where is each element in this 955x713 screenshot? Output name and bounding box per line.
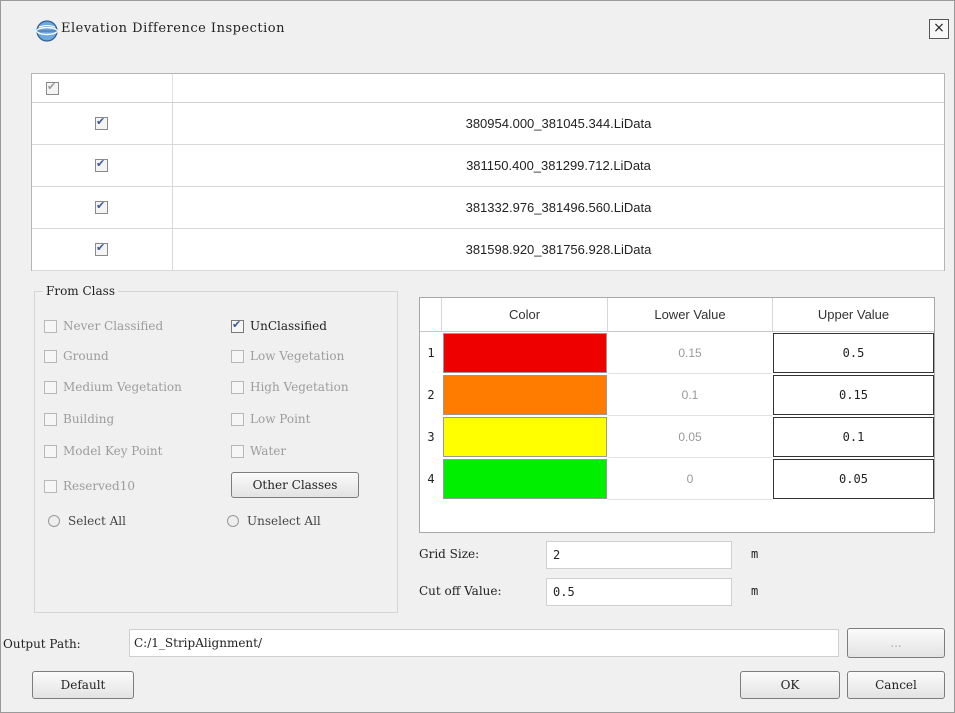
file-row[interactable]: 381150.400_381299.712.LiData [32,145,944,187]
file-checkbox[interactable] [95,199,108,214]
row-number: 2 [427,388,435,402]
color-range-table: Color Lower Value Upper Value 1 0.15 0.5… [419,297,935,533]
row-number: 4 [427,472,435,486]
lower-value-cell: 0.1 [608,374,772,416]
upper-value-column-header: Upper Value [773,298,934,332]
title-bar: Elevation Difference Inspection × [1,1,955,61]
color-swatch[interactable] [443,375,607,415]
file-row[interactable]: 381598.920_381756.928.LiData [32,229,944,271]
color-swatch[interactable] [443,459,607,499]
file-name: 380954.000_381045.344.LiData [465,116,652,131]
close-button[interactable]: × [929,19,949,39]
cut-off-unit: m [751,584,759,598]
output-path-label: Output Path: [3,637,81,651]
lower-value-cell: 0.05 [608,416,772,458]
globe-icon [35,19,59,43]
row-number: 1 [427,346,435,360]
row-number: 3 [427,430,435,444]
upper-value-input[interactable]: 0.15 [773,375,934,415]
file-checkbox[interactable] [95,115,108,130]
upper-value-input[interactable]: 0.5 [773,333,934,373]
select-all-files-checkbox[interactable] [46,80,59,95]
file-row[interactable]: 380954.000_381045.344.LiData [32,103,944,145]
grid-size-input[interactable]: 2 [546,541,732,569]
cut-off-input[interactable]: 0.5 [546,578,732,606]
default-button[interactable]: Default [32,671,134,699]
ok-button[interactable]: OK [740,671,840,699]
other-classes-button[interactable]: Other Classes [231,472,359,498]
upper-value-input[interactable]: 0.05 [773,459,934,499]
window-title: Elevation Difference Inspection [61,21,285,36]
cut-off-label: Cut off Value: [419,584,502,598]
from-class-title: From Class [43,284,118,298]
lower-value-cell: 0.15 [608,332,772,374]
lower-value-cell: 0 [608,458,772,500]
file-checkbox[interactable] [95,241,108,256]
browse-button[interactable]: ... [847,628,945,658]
file-list-header [32,74,944,103]
output-path-input[interactable]: C:/1_StripAlignment/ [129,629,839,657]
lower-value-column-header: Lower Value [608,298,773,332]
file-list-table: 380954.000_381045.344.LiData 381150.400_… [31,73,945,271]
file-checkbox[interactable] [95,157,108,172]
file-name: 381150.400_381299.712.LiData [466,158,651,173]
color-swatch[interactable] [443,333,607,373]
file-name: 381598.920_381756.928.LiData [465,242,652,257]
upper-value-input[interactable]: 0.1 [773,417,934,457]
elevation-difference-dialog: Elevation Difference Inspection × 380954… [0,0,955,713]
color-swatch[interactable] [443,417,607,457]
file-row[interactable]: 381332.976_381496.560.LiData [32,187,944,229]
color-column-header: Color [442,298,608,332]
cancel-button[interactable]: Cancel [847,671,945,699]
file-name: 381332.976_381496.560.LiData [465,200,652,215]
grid-size-label: Grid Size: [419,547,480,561]
grid-size-unit: m [751,547,759,561]
